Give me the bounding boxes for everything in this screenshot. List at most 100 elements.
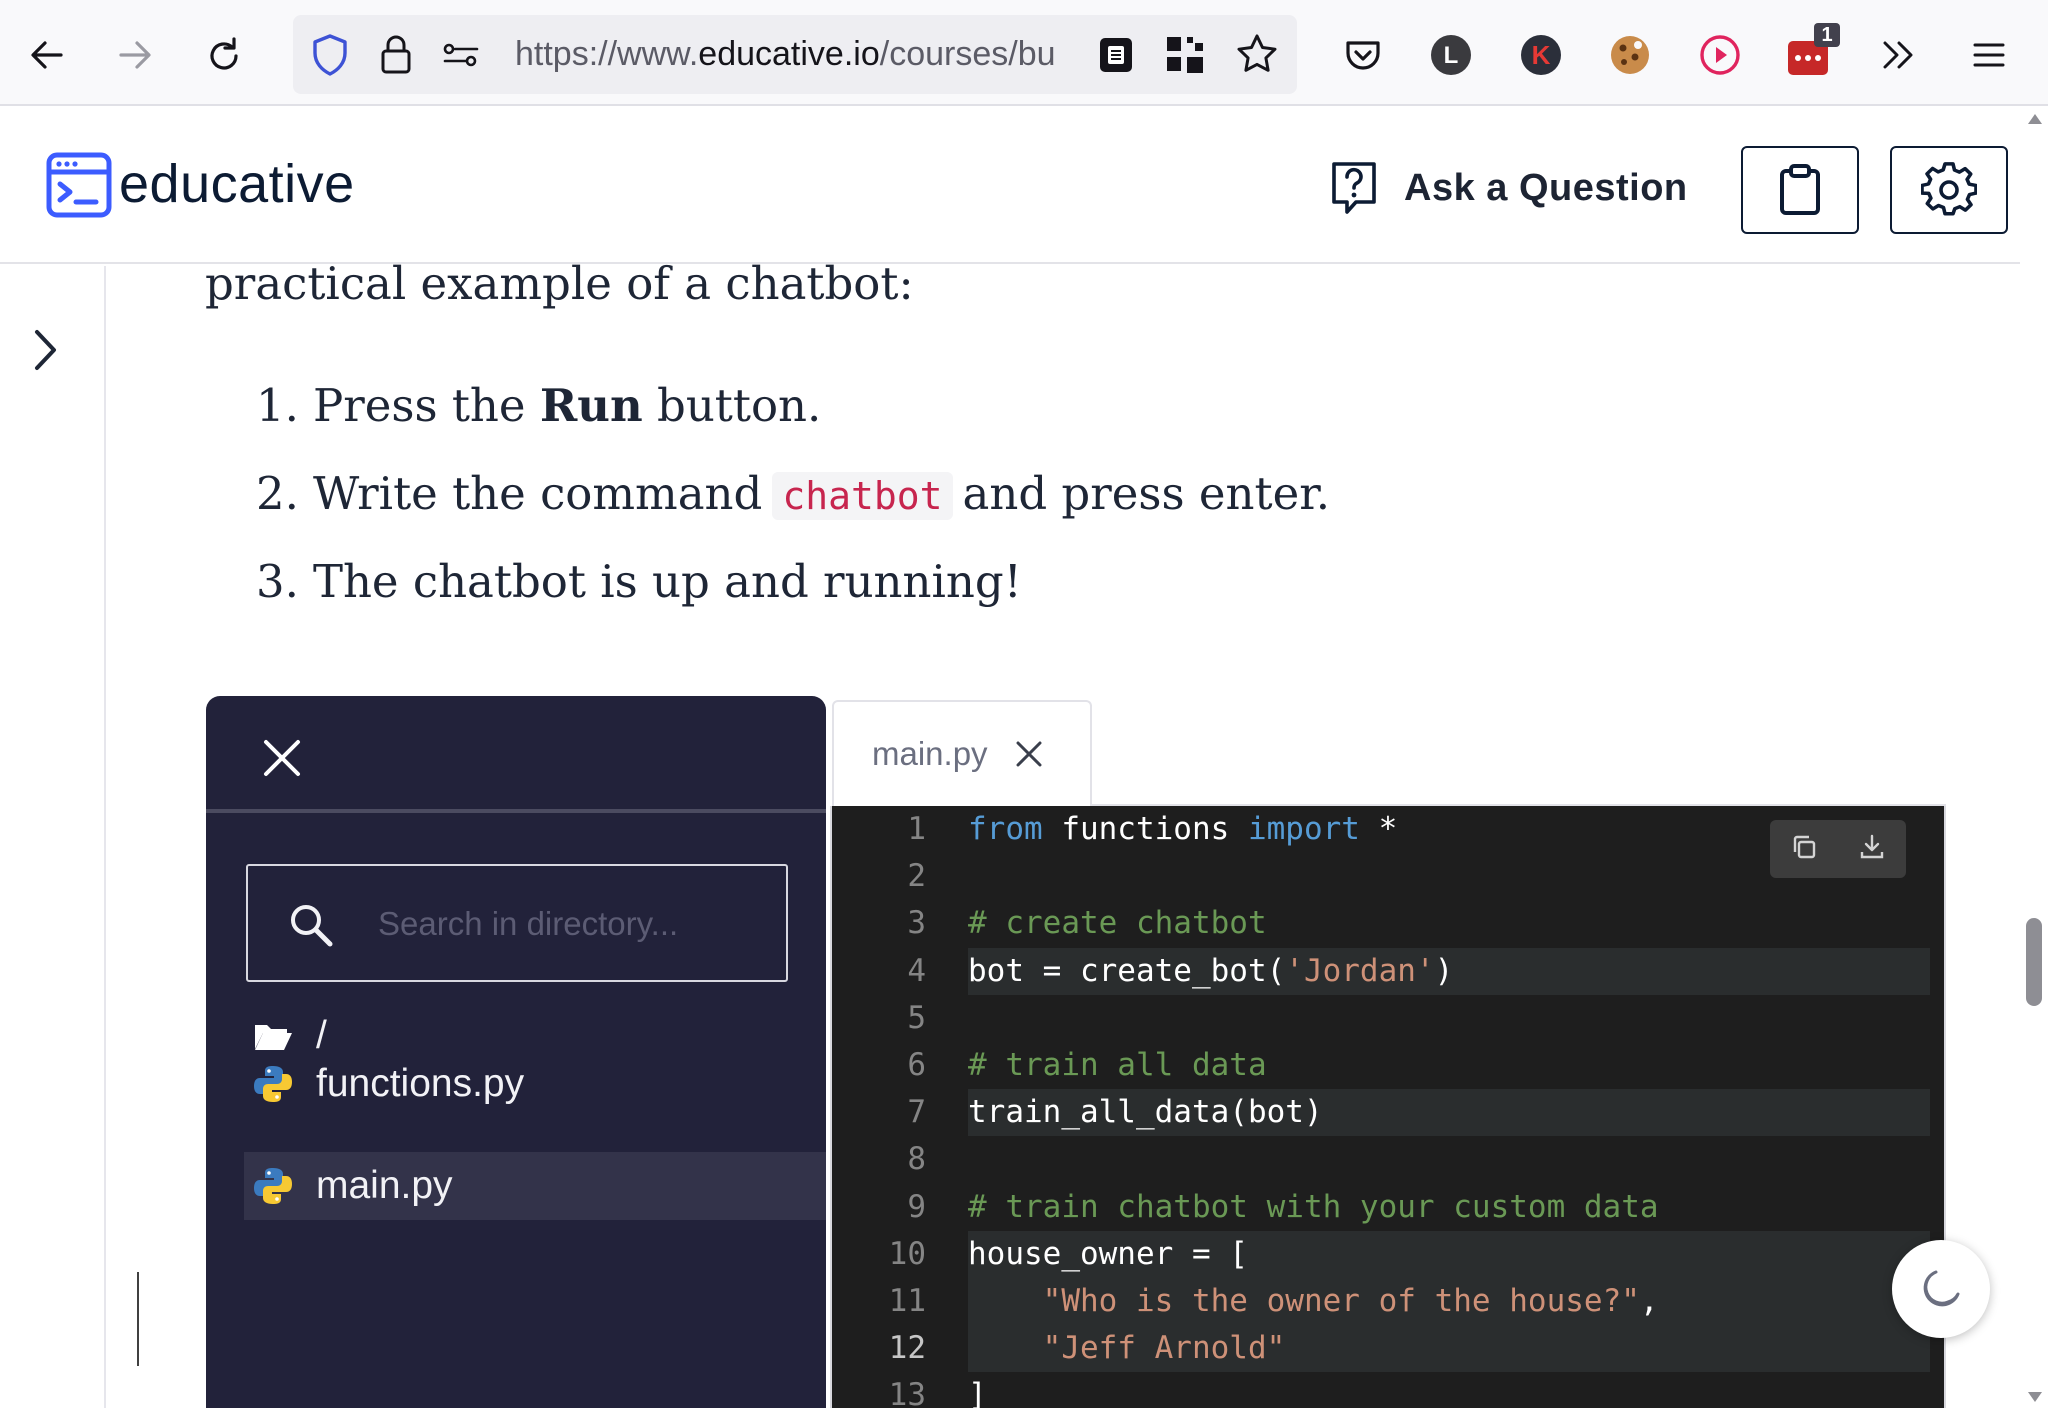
browser-toolbar: https://www.educative.io/courses/bu L K …	[0, 0, 2048, 106]
directory-search-input[interactable]	[378, 894, 768, 954]
tree-file-functions[interactable]: functions.py	[244, 1050, 826, 1118]
close-tab-button[interactable]	[1012, 737, 1046, 771]
reader-view-icon[interactable]	[1097, 35, 1135, 79]
step-number: 2.	[256, 467, 299, 520]
page-scrollbar[interactable]	[2020, 108, 2048, 1408]
clipboard-icon	[1780, 164, 1820, 215]
copy-code-button[interactable]	[1790, 833, 1818, 865]
code-token: 'Jordan'	[1285, 952, 1435, 989]
code-line[interactable]: 5	[832, 995, 1944, 1042]
educative-logo-icon[interactable]	[46, 152, 112, 222]
search-icon	[288, 902, 334, 952]
code-line[interactable]: 3 # create chatbot	[832, 900, 1944, 947]
extension-badge-button[interactable]: 1	[1780, 23, 1840, 85]
overflow-menu-button[interactable]	[1869, 25, 1929, 85]
brand-name[interactable]: educative	[119, 152, 355, 216]
line-source: train_all_data(bot)	[968, 1089, 1930, 1137]
code-token: *	[1359, 811, 1398, 847]
code-line[interactable]: 6 # train all data	[832, 1042, 1944, 1089]
step-item: 3. The chatbot is up and running!	[256, 552, 1022, 612]
video-extension-button[interactable]	[1690, 25, 1750, 85]
line-number: 6	[907, 1047, 926, 1083]
code-line[interactable]: 10 house_owner = [	[832, 1230, 1944, 1278]
url-bar[interactable]: https://www.educative.io/courses/bu	[293, 15, 1297, 94]
bookmark-star-icon[interactable]	[1235, 32, 1279, 80]
code-token: # train all data	[968, 1047, 1267, 1083]
code-token: house_owner = [	[968, 1235, 1248, 1272]
forward-button[interactable]	[105, 25, 165, 85]
moon-icon	[1923, 1270, 1960, 1307]
scroll-down-arrow-icon[interactable]	[2027, 1390, 2043, 1404]
file-explorer-panel: / functions.py main.py	[206, 696, 826, 1408]
forward-arrow-icon	[119, 41, 151, 69]
download-code-button[interactable]	[1858, 833, 1886, 865]
reload-button[interactable]	[195, 25, 255, 85]
line-source: ]	[968, 1372, 1930, 1408]
settings-button[interactable]	[1890, 146, 2008, 234]
line-number: 1	[907, 811, 926, 847]
pocket-button[interactable]	[1333, 25, 1393, 85]
back-button[interactable]	[17, 25, 77, 85]
url-host: educative.io	[698, 35, 880, 73]
directory-search-box[interactable]	[246, 864, 788, 982]
cookie-extension-button[interactable]	[1600, 25, 1660, 85]
line-number: 13	[888, 1377, 926, 1408]
step-number: 1.	[256, 379, 299, 432]
step-text: and press enter.	[962, 467, 1331, 520]
lead-paragraph: practical example of a chatbot:	[205, 257, 914, 310]
line-number: 10	[888, 1235, 926, 1272]
gear-icon	[1921, 162, 1977, 216]
open-folder-icon	[250, 1021, 296, 1051]
app-menu-button[interactable]	[1959, 25, 2019, 85]
clipboard-button[interactable]	[1741, 146, 1859, 234]
line-source	[968, 995, 1930, 1042]
step-bold-text: Run	[539, 379, 643, 432]
padlock-icon[interactable]	[378, 32, 414, 80]
line-number: 3	[907, 905, 926, 942]
code-line[interactable]: 13]	[832, 1372, 1944, 1408]
scrollbar-thumb[interactable]	[2026, 918, 2042, 1006]
dark-mode-toggle[interactable]	[1892, 1240, 1990, 1338]
play-circle-icon	[1700, 35, 1740, 75]
tab-label: main.py	[872, 735, 988, 772]
code-line[interactable]: 4 bot = create_bot('Jordan')	[832, 947, 1944, 995]
reload-icon	[210, 37, 238, 70]
step-text: button.	[642, 379, 822, 432]
ask-question-label: Ask a Question	[1404, 166, 1688, 209]
line-source: "Who is the owner of the house?",	[968, 1278, 1930, 1325]
url-text[interactable]: https://www.educative.io/courses/bu	[515, 33, 1075, 75]
expand-sidebar-button[interactable]	[26, 322, 66, 378]
extension-l-icon: L	[1431, 35, 1471, 75]
copy-icon	[1793, 835, 1816, 859]
editor-tab-main[interactable]: main.py	[832, 700, 1092, 806]
code-token: # train chatbot with your custom data	[968, 1188, 1659, 1225]
ask-question-button[interactable]: Ask a Question	[1330, 158, 1688, 218]
extension-k-button[interactable]: K	[1511, 25, 1571, 85]
download-icon	[1860, 834, 1884, 859]
file-label: functions.py	[316, 1062, 525, 1105]
tree-file-main[interactable]: main.py	[244, 1152, 826, 1220]
code-line[interactable]: 8	[832, 1136, 1944, 1183]
question-bubble-icon	[1332, 162, 1376, 214]
cookie-icon	[1611, 36, 1649, 74]
scroll-up-arrow-icon[interactable]	[2027, 112, 2043, 126]
line-number: 8	[907, 1141, 926, 1178]
tracking-protection-shield-icon[interactable]	[309, 33, 351, 81]
code-line[interactable]: 11 "Who is the owner of the house?",	[832, 1278, 1944, 1325]
url-path: /courses/bu	[879, 35, 1056, 73]
code-token: import	[1247, 811, 1360, 847]
close-explorer-button[interactable]	[254, 730, 310, 786]
code-editor[interactable]: 1 from functions import * 2 3 # create chat…	[830, 806, 1946, 1408]
indent-guide	[137, 1272, 139, 1366]
code-line[interactable]: 12 "Jeff Arnold"	[832, 1325, 1944, 1373]
code-line[interactable]: 7 train_all_data(bot)	[832, 1089, 1944, 1137]
extension-l-button[interactable]: L	[1421, 25, 1481, 85]
url-prefix: https://www.	[515, 35, 699, 73]
line-source	[968, 1136, 1930, 1183]
line-number: 12	[888, 1330, 926, 1367]
permissions-icon[interactable]	[441, 37, 481, 77]
code-line[interactable]: 9 # train chatbot with your custom data	[832, 1184, 1944, 1231]
inline-code: chatbot	[772, 472, 953, 520]
qr-code-icon[interactable]	[1165, 35, 1205, 79]
